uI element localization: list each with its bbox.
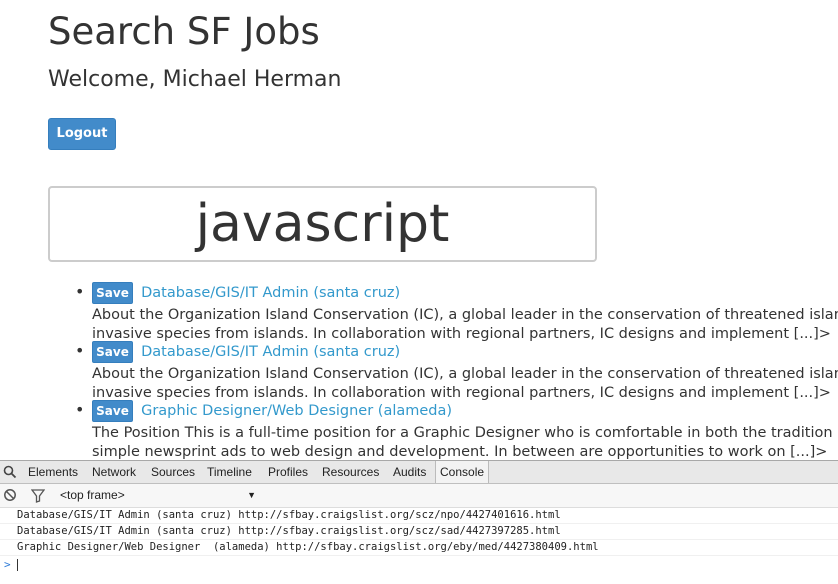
page-content: Search SF Jobs Welcome, Michael Herman L… [48,0,838,460]
tab-sources[interactable]: Sources [147,461,199,483]
job-list: • Save Database/GIS/IT Admin (santa cruz… [48,282,838,460]
console-output: Database/GIS/IT Admin (santa cruz) http:… [0,508,838,574]
console-toolbar: <top frame> ▼ [0,484,838,508]
tab-profiles[interactable]: Profiles [264,461,312,483]
job-description-line: The Position This is a full-time positio… [92,425,833,441]
search-input[interactable] [48,186,597,262]
tab-elements[interactable]: Elements [24,461,82,483]
bullet-icon: • [75,341,85,360]
tab-audits[interactable]: Audits [389,461,430,483]
job-list-item: • Save Database/GIS/IT Admin (santa cruz… [48,341,838,401]
tab-resources[interactable]: Resources [318,461,383,483]
bullet-icon: • [75,282,85,301]
text-caret [16,559,18,571]
tab-timeline[interactable]: Timeline [203,461,256,483]
frame-select-value: <top frame> [60,488,125,502]
job-list-item: • Save Graphic Designer/Web Designer (al… [48,400,838,460]
tab-console[interactable]: Console [435,461,490,483]
logout-button[interactable]: Logout [48,118,116,150]
save-button[interactable]: Save [92,341,133,363]
filter-icon[interactable] [31,489,45,503]
console-line: Graphic Designer/Web Designer (alameda) … [0,540,838,556]
job-description-line: About the Organization Island Conservati… [92,307,838,323]
job-title-link[interactable]: Database/GIS/IT Admin (santa cruz) [141,344,400,360]
chevron-down-icon: ▼ [247,490,256,500]
devtools-tab-bar: Elements Network Sources Timeline Profil… [0,460,838,484]
job-description-line: simple newsprint ads to web design and d… [92,444,828,460]
console-line: Database/GIS/IT Admin (santa cruz) http:… [0,524,838,540]
welcome-message: Welcome, Michael Herman [48,67,342,92]
job-list-item: • Save Database/GIS/IT Admin (santa cruz… [48,282,838,342]
search-icon[interactable] [3,465,17,479]
clear-console-icon[interactable] [3,488,17,502]
console-line: Database/GIS/IT Admin (santa cruz) http:… [0,508,838,524]
devtools-panel: Elements Network Sources Timeline Profil… [0,460,838,584]
bullet-icon: • [75,400,85,419]
job-description-line: About the Organization Island Conservati… [92,366,838,382]
save-button[interactable]: Save [92,400,133,422]
console-prompt[interactable]: > [0,556,838,574]
tab-network[interactable]: Network [88,461,140,483]
save-button[interactable]: Save [92,282,133,304]
prompt-chevron-icon: > [4,558,11,571]
frame-select[interactable]: <top frame> ▼ [60,486,256,504]
job-title-link[interactable]: Database/GIS/IT Admin (santa cruz) [141,285,400,301]
job-title-link[interactable]: Graphic Designer/Web Designer (alameda) [141,403,452,419]
page-title: Search SF Jobs [48,10,320,53]
